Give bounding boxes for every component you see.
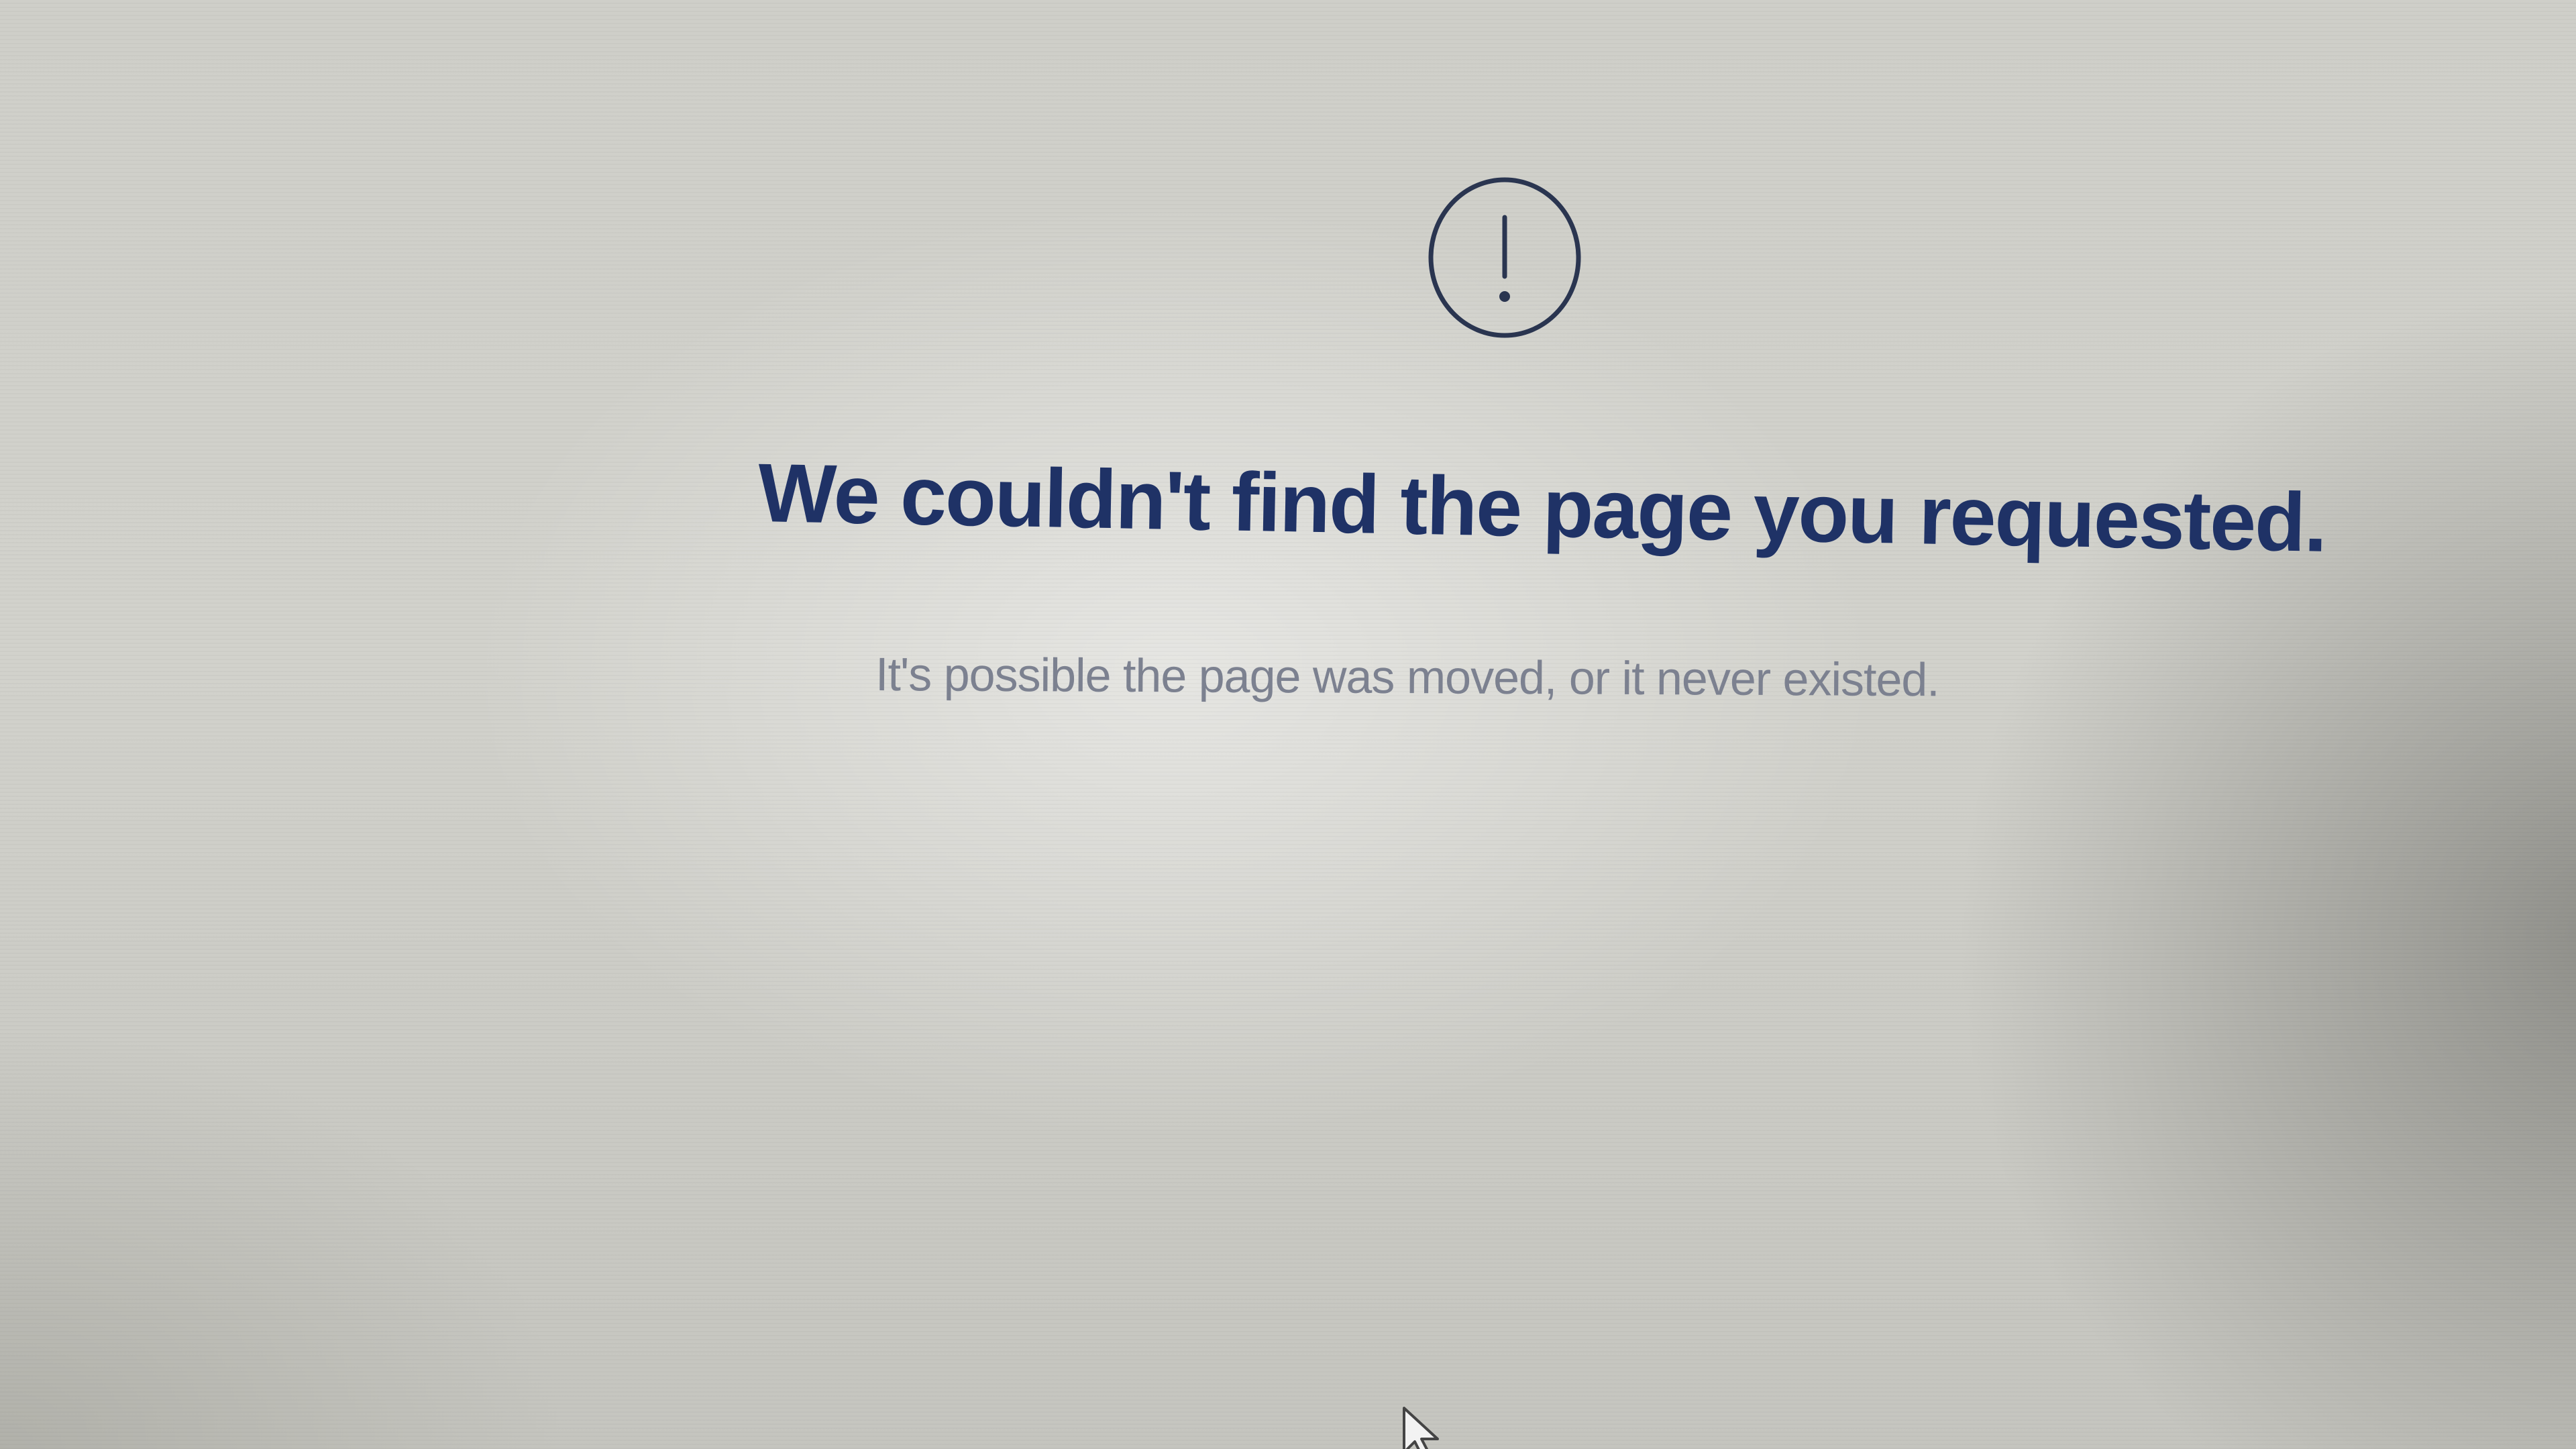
exclamation-circle-icon (1428, 176, 1582, 339)
mouse-pointer-icon (1399, 1405, 1452, 1449)
error-description: It's possible the page was moved, or it … (875, 648, 1939, 706)
error-heading: We couldn't find the page you requested. (757, 447, 2327, 570)
error-page-screen: We couldn't find the page you requested.… (0, 0, 2576, 1449)
screen-texture (0, 0, 2576, 1449)
